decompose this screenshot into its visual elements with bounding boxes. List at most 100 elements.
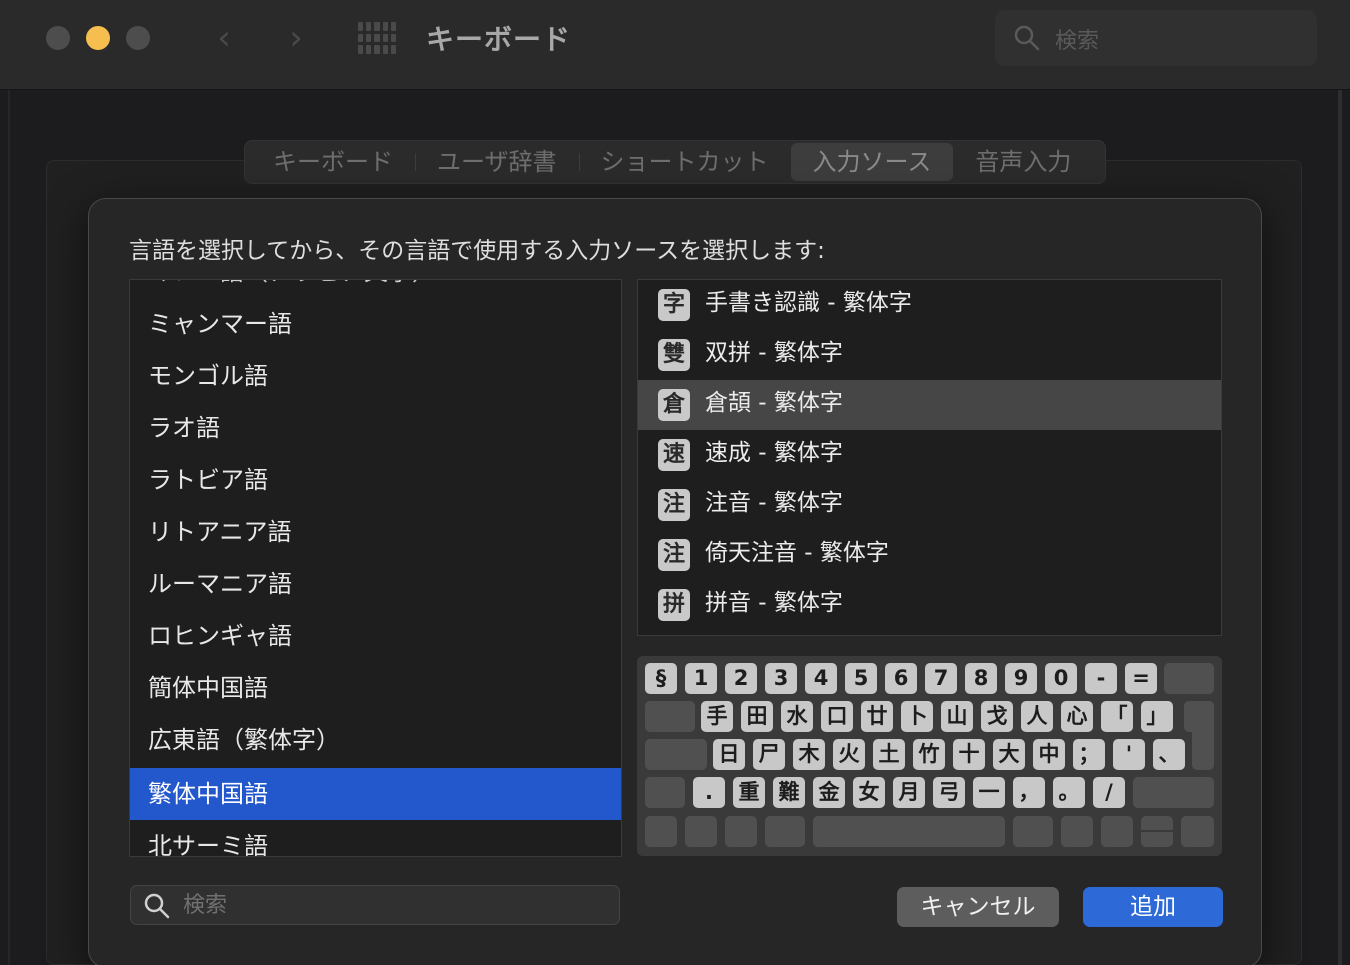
keyboard-key: 「 bbox=[1101, 701, 1133, 732]
keyboard-blank-key bbox=[1133, 777, 1214, 808]
input-source-item[interactable]: 字 手書き認識 - 繁体字 bbox=[638, 280, 1221, 330]
keyboard-blank-key bbox=[1181, 816, 1214, 847]
keyboard-key: 5 bbox=[845, 663, 877, 694]
tab-user-dictionary[interactable]: ユーザ辞書 bbox=[415, 143, 579, 181]
keyboard-key: 土 bbox=[873, 739, 905, 770]
keyboard-blank-key bbox=[1101, 816, 1133, 847]
keyboard-key: 戈 bbox=[981, 701, 1013, 732]
keyboard-key: 人 bbox=[1021, 701, 1053, 732]
cangjie-source-icon: 倉 bbox=[658, 389, 690, 421]
language-item[interactable]: ルーマニア語 bbox=[130, 558, 621, 610]
keyboard-key: 木 bbox=[793, 739, 825, 770]
language-item[interactable]: ラトビア語 bbox=[130, 454, 621, 506]
input-source-list[interactable]: 字 手書き認識 - 繁体字 雙 双拼 - 繁体字 倉 倉頡 - 繁体字 速 速成… bbox=[637, 279, 1222, 636]
input-source-label: 倉頡 - 繁体字 bbox=[705, 390, 843, 416]
keyboard-key: 竹 bbox=[913, 739, 945, 770]
zoom-window-button[interactable] bbox=[126, 26, 150, 50]
toolbar-search-field[interactable]: 検索 bbox=[995, 10, 1317, 66]
forward-button[interactable]: › bbox=[276, 18, 316, 58]
sucheng-source-icon: 速 bbox=[658, 439, 690, 471]
keyboard-key: 7 bbox=[925, 663, 957, 694]
keyboard-blank-key bbox=[645, 739, 707, 770]
pinyin-source-icon: 拼 bbox=[658, 589, 690, 621]
keyboard-blank-key bbox=[1192, 701, 1214, 770]
keyboard-key: 金 bbox=[813, 777, 845, 808]
minimize-window-button[interactable] bbox=[86, 26, 110, 50]
window-edge bbox=[8, 90, 10, 965]
sheet-prompt: 言語を選択してから、その言語で使用する入力ソースを選択します: bbox=[129, 238, 825, 264]
input-source-item[interactable]: 速 速成 - 繁体字 bbox=[638, 430, 1221, 480]
keyboard-key: ， bbox=[1013, 777, 1045, 808]
keyboard-key: 火 bbox=[833, 739, 865, 770]
input-source-item[interactable]: 雙 双拼 - 繁体字 bbox=[638, 330, 1221, 380]
keyboard-key: 尸 bbox=[753, 739, 785, 770]
keyboard-key: 8 bbox=[965, 663, 997, 694]
language-item[interactable]: ラオ語 bbox=[130, 402, 621, 454]
tab-shortcuts[interactable]: ショートカット bbox=[578, 143, 791, 181]
show-all-grid-icon[interactable] bbox=[358, 22, 396, 54]
keyboard-key: 心 bbox=[1061, 701, 1093, 732]
keyboard-key: 廿 bbox=[861, 701, 893, 732]
input-source-item[interactable]: 注 注音 - 繁体字 bbox=[638, 480, 1221, 530]
keyboard-key: 中 bbox=[1033, 739, 1065, 770]
language-item[interactable]: リトアニア語 bbox=[130, 506, 621, 558]
input-source-item[interactable]: 注 倚天注音 - 繁体字 bbox=[638, 530, 1221, 580]
zhuyin-source-icon: 注 bbox=[658, 489, 690, 521]
keyboard-key: 水 bbox=[781, 701, 813, 732]
language-search-field[interactable] bbox=[130, 885, 620, 925]
keyboard-key: 手 bbox=[701, 701, 733, 732]
input-source-item-selected[interactable]: 倉 倉頡 - 繁体字 bbox=[638, 380, 1221, 430]
keyboard-key: 山 bbox=[941, 701, 973, 732]
close-window-button[interactable] bbox=[46, 26, 70, 50]
keyboard-blank-key bbox=[1013, 816, 1053, 847]
keyboard-key: 4 bbox=[805, 663, 837, 694]
language-item[interactable]: 北サーミ語 bbox=[130, 820, 621, 856]
keyboard-key: 9 bbox=[1005, 663, 1037, 694]
back-button[interactable]: ‹ bbox=[204, 18, 244, 58]
keyboard-key: 1 bbox=[685, 663, 717, 694]
language-list[interactable]: マレー語（アラビア文字） ミャンマー語 モンゴル語 ラオ語 ラトビア語 リトアニ… bbox=[129, 279, 622, 857]
input-source-item[interactable]: 拼 拼音 - 繁体字 bbox=[638, 580, 1221, 630]
keyboard-blank-key bbox=[1164, 663, 1214, 694]
keyboard-key: 重 bbox=[733, 777, 765, 808]
window-scroll-edge bbox=[1338, 90, 1342, 965]
keyboard-key: . bbox=[693, 777, 725, 808]
tab-input-sources[interactable]: 入力ソース bbox=[790, 143, 954, 181]
language-item[interactable]: ロヒンギャ語 bbox=[130, 610, 621, 662]
language-item[interactable]: ミャンマー語 bbox=[130, 298, 621, 350]
handwriting-source-icon: 字 bbox=[658, 289, 690, 321]
tab-bar: キーボード ユーザ辞書 ショートカット 入力ソース 音声入力 bbox=[244, 140, 1106, 184]
language-item[interactable]: モンゴル語 bbox=[130, 350, 621, 402]
keyboard-key: 十 bbox=[953, 739, 985, 770]
cancel-button[interactable]: キャンセル bbox=[897, 887, 1059, 927]
keyboard-key: 日 bbox=[713, 739, 745, 770]
keyboard-key: 6 bbox=[885, 663, 917, 694]
language-item[interactable]: 簡体中国語 bbox=[130, 662, 621, 714]
input-source-label: 手書き認識 - 繁体字 bbox=[705, 290, 912, 316]
language-item-selected[interactable]: 繁体中国語 bbox=[130, 768, 621, 820]
tab-dictation[interactable]: 音声入力 bbox=[953, 143, 1093, 181]
keyboard-key: ； bbox=[1073, 739, 1105, 770]
keyboard-key: 女 bbox=[853, 777, 885, 808]
keyboard-key: 2 bbox=[725, 663, 757, 694]
language-search-input[interactable] bbox=[183, 888, 603, 922]
keyboard-key: 大 bbox=[993, 739, 1025, 770]
keyboard-blank-key bbox=[645, 701, 695, 732]
language-item[interactable]: 広東語（繁体字） bbox=[130, 714, 621, 766]
keyboard-key: 。 bbox=[1053, 777, 1085, 808]
keyboard-key: - bbox=[1085, 663, 1117, 694]
add-button[interactable]: 追加 bbox=[1083, 887, 1223, 927]
keyboard-blank-key bbox=[645, 777, 685, 808]
language-item-partial[interactable]: マレー語（アラビア文字） bbox=[130, 280, 621, 298]
keyboard-key: 一 bbox=[973, 777, 1005, 808]
keyboard-key: 、 bbox=[1153, 739, 1185, 770]
keyboard-blank-key bbox=[645, 816, 677, 847]
keyboard-key: § bbox=[645, 663, 677, 694]
keyboard-key: 3 bbox=[765, 663, 797, 694]
window-title: キーボード bbox=[426, 23, 572, 56]
tab-keyboard[interactable]: キーボード bbox=[251, 143, 415, 181]
keyboard-key: 卜 bbox=[901, 701, 933, 732]
search-icon bbox=[1014, 25, 1040, 51]
keyboard-blank-key bbox=[813, 816, 1005, 847]
input-source-label: 速成 - 繁体字 bbox=[705, 440, 843, 466]
